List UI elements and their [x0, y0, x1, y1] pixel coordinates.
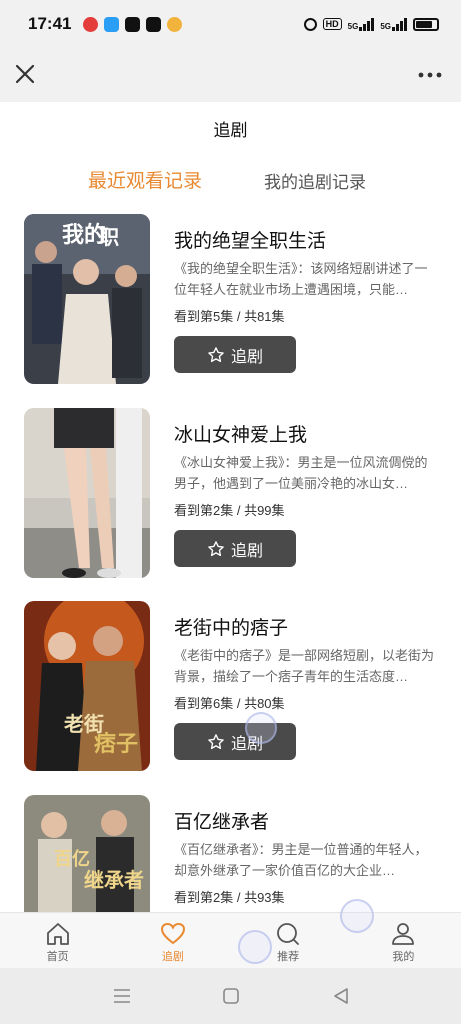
poster-image[interactable]: 百亿 继承者: [24, 795, 150, 912]
tab-label: 追剧: [161, 951, 184, 963]
tabs: 最近观看记录 我的追剧记录: [0, 166, 461, 192]
user-icon: [392, 923, 415, 945]
home-icon: [46, 923, 69, 945]
drama-description: 《我的绝望全职生活》：该网络短剧讲述了一位年轻人在就业市场上遭遇困境，只能…: [174, 261, 428, 297]
poster-image[interactable]: [24, 408, 150, 578]
star-icon: [208, 733, 224, 749]
system-icons: HD 5G 5G: [303, 17, 439, 31]
star-icon: [208, 540, 224, 556]
list-item[interactable]: 百亿 继承者 百亿继承者 《百亿继承者》：男主是一位普通的年轻人，却意外继承了一…: [24, 795, 444, 912]
tiktok-icon: [125, 16, 141, 32]
app-notification-icon: [104, 16, 120, 32]
more-icon[interactable]: [417, 62, 443, 88]
follow-button[interactable]: 追剧: [174, 723, 296, 760]
touch-indicator: [340, 899, 374, 933]
svg-text:继承者: 继承者: [84, 868, 144, 892]
list-item[interactable]: 冰山女神爱上我 《冰山女神爱上我》：男主是一位风流倜傥的男子，他遇到了一位美丽冷…: [24, 408, 444, 578]
follow-button-label: 追剧: [230, 542, 263, 560]
page-title: 追剧: [213, 121, 248, 140]
signal-icon: 5G: [348, 17, 375, 31]
svg-text:百亿: 百亿: [54, 848, 90, 870]
poster-image[interactable]: 我的 职: [24, 214, 150, 384]
status-time: 17:41: [28, 14, 72, 33]
svg-text:痞子: 痞子: [94, 731, 138, 757]
drama-title[interactable]: 我的绝望全职生活: [174, 226, 326, 253]
tab-recent[interactable]: 最近观看记录: [88, 166, 202, 193]
notification-icons: [83, 16, 183, 32]
follow-button-label: 追剧: [230, 348, 263, 366]
tab-label: 首页: [46, 951, 69, 963]
drama-description: 《老街中的痞子》是一部网络短剧，以老街为背景，描绘了一个痞子青年的生活态度…: [174, 648, 435, 684]
star-icon: [208, 346, 224, 362]
close-icon[interactable]: [12, 61, 38, 87]
menu-icon[interactable]: [112, 987, 132, 1005]
alarm-icon: [303, 17, 317, 31]
drama-title[interactable]: 老街中的痞子: [174, 613, 288, 640]
follow-button[interactable]: 追剧: [174, 530, 296, 567]
poster-image[interactable]: 老街 痞子: [24, 601, 150, 771]
tiktok-icon: [146, 16, 162, 32]
watch-progress: 看到第5集 / 共81集: [174, 309, 285, 324]
drama-title[interactable]: 冰山女神爱上我: [174, 420, 307, 447]
list-item[interactable]: 我的 职 我的绝望全职生活 《我的绝望全职生活》：该网络短剧讲述了一位年轻人在就…: [24, 214, 444, 384]
home-square-icon[interactable]: [222, 987, 240, 1005]
search-icon: [277, 923, 300, 945]
touch-indicator: [238, 930, 272, 964]
system-nav-bar: [0, 968, 461, 1024]
svg-text:职: 职: [99, 225, 119, 249]
tab-mine[interactable]: 我的追剧记录: [264, 168, 366, 193]
drama-title[interactable]: 百亿继承者: [174, 807, 269, 834]
weibo-icon: [167, 16, 183, 32]
battery-icon: [413, 17, 439, 31]
watch-progress: 看到第2集 / 共93集: [174, 890, 285, 905]
drama-description: 《冰山女神爱上我》：男主是一位风流倜傥的男子，他遇到了一位美丽冷艳的冰山女…: [174, 455, 428, 491]
tab-following[interactable]: 追剧: [115, 913, 230, 969]
tab-home[interactable]: 首页: [0, 913, 115, 969]
back-icon[interactable]: [332, 987, 350, 1005]
tab-label: 我的: [392, 951, 415, 963]
follow-button[interactable]: 追剧: [174, 336, 296, 373]
hd-icon: HD: [322, 18, 342, 30]
top-nav: [0, 48, 461, 102]
app-notification-icon: [83, 16, 99, 32]
watch-progress: 看到第6集 / 共80集: [174, 696, 285, 711]
watch-progress: 看到第2集 / 共99集: [174, 503, 285, 518]
bottom-tab-bar: 首页 追剧 推荐 我的: [0, 912, 461, 969]
drama-description: 《百亿继承者》：男主是一位普通的年轻人，却意外继承了一家价值百亿的大企业…: [174, 842, 428, 878]
tab-label: 推荐: [277, 951, 300, 963]
list-item[interactable]: 老街 痞子 老街中的痞子 《老街中的痞子》是一部网络短剧，以老街为背景，描绘了一…: [24, 601, 444, 771]
touch-indicator: [245, 712, 277, 744]
heart-icon: [160, 922, 185, 945]
signal-icon: 5G: [380, 17, 407, 31]
status-bar: 17:41 HD 5G 5G: [0, 0, 461, 48]
